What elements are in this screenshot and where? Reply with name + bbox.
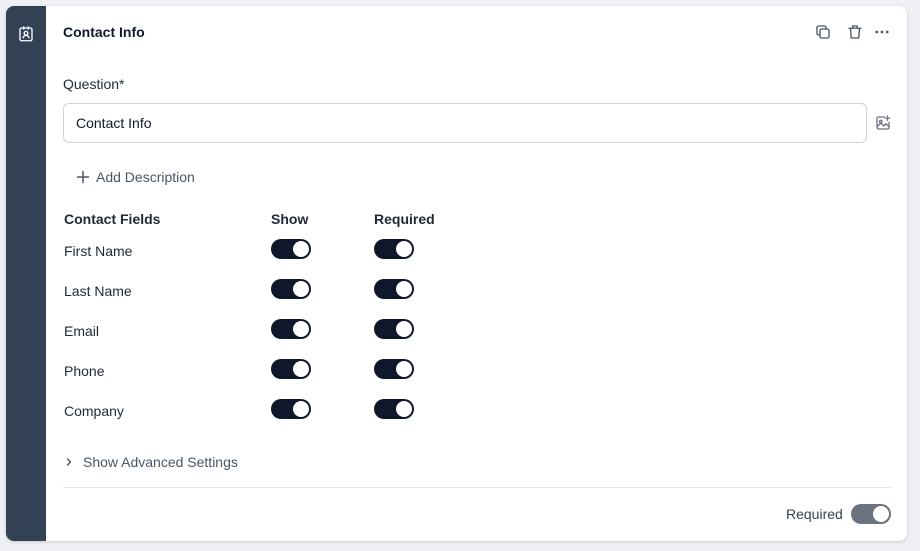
show-toggle-email[interactable] <box>271 319 311 339</box>
chevron-right-icon <box>66 458 72 466</box>
copy-icon[interactable] <box>814 23 832 41</box>
required-toggle-company[interactable] <box>374 399 414 419</box>
contact-fields-header: Contact Fields <box>64 211 161 227</box>
field-label-first-name: First Name <box>64 243 133 259</box>
required-column-header: Required <box>374 211 435 227</box>
show-advanced-settings-button[interactable]: Show Advanced Settings <box>64 451 238 473</box>
plus-icon <box>76 170 90 184</box>
card-title: Contact Info <box>63 24 145 40</box>
image-add-icon[interactable] <box>874 114 892 132</box>
question-input[interactable] <box>63 103 867 143</box>
field-label-phone: Phone <box>64 363 105 379</box>
show-toggle-first-name[interactable] <box>271 239 311 259</box>
required-toggle-email[interactable] <box>374 319 414 339</box>
required-toggle-first-name[interactable] <box>374 239 414 259</box>
required-toggle-label: Required <box>786 506 843 522</box>
more-horizontal-icon[interactable] <box>873 23 891 41</box>
field-label-email: Email <box>64 323 100 339</box>
field-label-company: Company <box>64 403 124 419</box>
question-card: Contact Info Question* Add Description C… <box>6 6 907 541</box>
card-rail[interactable] <box>6 6 46 541</box>
required-toggle-phone[interactable] <box>374 359 414 379</box>
question-label: Question* <box>63 76 125 92</box>
show-advanced-settings-label: Show Advanced Settings <box>83 454 238 470</box>
trash-icon[interactable] <box>846 23 864 41</box>
show-toggle-company[interactable] <box>271 399 311 419</box>
question-required-toggle[interactable] <box>851 504 891 524</box>
show-column-header: Show <box>271 211 309 227</box>
show-toggle-last-name[interactable] <box>271 279 311 299</box>
footer-divider <box>63 487 891 488</box>
required-toggle-last-name[interactable] <box>374 279 414 299</box>
add-description-label: Add Description <box>96 169 195 185</box>
add-description-button[interactable]: Add Description <box>76 166 195 188</box>
show-toggle-phone[interactable] <box>271 359 311 379</box>
contact-card-icon <box>19 26 33 42</box>
field-label-last-name: Last Name <box>64 283 132 299</box>
